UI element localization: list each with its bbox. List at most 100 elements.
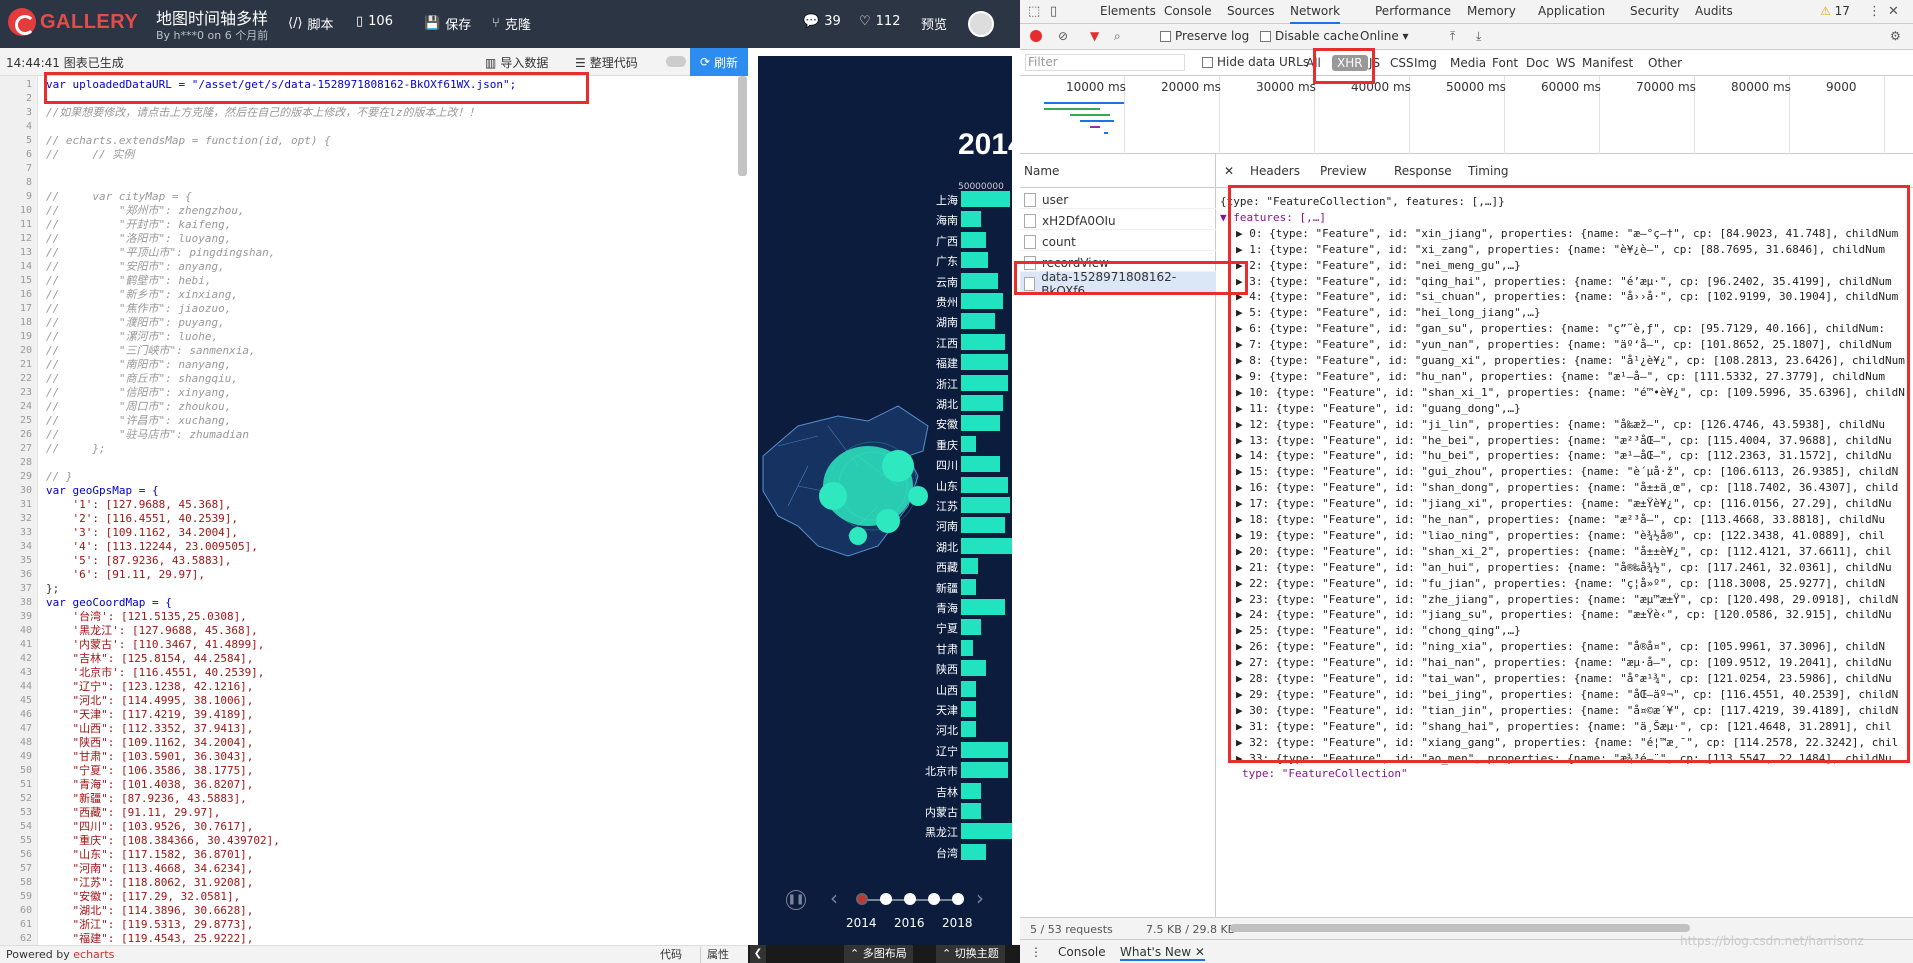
disable-cache-checkbox[interactable]: Disable cache [1260,29,1359,43]
comments-button[interactable]: 💬 39 [803,14,841,29]
tab-performance[interactable]: Performance [1375,4,1451,18]
bar[interactable] [961,293,1003,309]
clear-icon[interactable]: ⊘ [1058,29,1068,43]
format-code-button[interactable]: ☰ 整理代码 [575,54,638,71]
bar[interactable] [961,639,973,656]
request-row[interactable]: count [1020,230,1216,251]
json-line[interactable]: type: "FeatureCollection" [1242,766,1913,781]
hide-data-urls-checkbox[interactable]: Hide data URLs [1202,55,1309,69]
detail-tab-headers[interactable]: Headers [1250,164,1300,178]
timeline-dot[interactable] [880,893,892,905]
gallery-logo[interactable]: GALLERY [8,8,138,36]
filter-icon[interactable]: ▼ [1090,29,1099,43]
device-icon[interactable]: ▯ [1050,4,1057,19]
fork-count-button[interactable]: ▯ 106 [356,14,393,29]
bar[interactable] [961,721,976,738]
more-icon[interactable]: ⋮ [1868,4,1881,19]
record-icon[interactable] [1030,30,1042,42]
bar[interactable] [961,211,981,228]
bar[interactable] [961,741,1008,758]
chart-panel[interactable]: 2014 50000000 上海 海南 广西 广东 云南 贵州 湖南 江西 福建 浙江 湖北 安徽 重庆… [758,56,1025,946]
timeline-dot[interactable] [856,893,868,905]
tab-code[interactable]: 代码 [654,947,688,963]
tab-memory[interactable]: Memory [1467,4,1516,18]
close-icon[interactable]: ✕ [1888,4,1899,19]
bar[interactable] [961,782,981,799]
throttle-select[interactable]: Online ▾ [1360,29,1409,43]
bar[interactable] [961,701,976,717]
tab-elements[interactable]: Elements [1100,4,1156,18]
timeline-dot[interactable] [904,893,916,905]
preview-button[interactable]: 预览 [921,14,947,33]
bar[interactable] [961,435,976,452]
bar[interactable] [961,333,1005,350]
auto-run-toggle[interactable] [666,56,686,67]
timeline-next-icon[interactable]: › [976,886,984,910]
timeline-dot[interactable] [928,893,940,905]
download-icon[interactable]: ⤓ [1476,29,1481,44]
tab-security[interactable]: Security [1630,4,1679,18]
filter-manifest[interactable]: Manifest [1582,56,1633,70]
bar[interactable] [961,599,1005,615]
timeline-prev-icon[interactable]: ‹ [830,886,838,910]
preserve-log-checkbox[interactable]: Preserve log [1160,29,1249,43]
bar[interactable] [961,537,1012,554]
bar[interactable] [961,823,1012,840]
bar[interactable] [961,843,986,860]
bar[interactable] [961,415,1000,432]
filter-doc[interactable]: Doc [1526,56,1549,70]
filter-img[interactable]: Img [1414,56,1437,70]
name-column-header[interactable]: Name [1020,154,1216,188]
import-data-button[interactable]: ▥ 导入数据 [485,54,548,71]
bar[interactable] [961,252,988,269]
request-row[interactable]: xH2DfA0OIu [1020,209,1216,230]
editor-scrollbar[interactable] [738,76,747,176]
bar[interactable] [961,191,1010,207]
bar[interactable] [961,660,986,677]
preview-hscrollbar[interactable] [1230,924,1690,932]
upload-icon[interactable]: ⤒ [1450,29,1455,44]
drawer-tab-whats-new[interactable]: What's New ✕ [1120,945,1205,961]
refresh-button[interactable]: ⟳ 刷新 [690,48,748,76]
timeline-year[interactable]: 2014 [846,916,877,930]
code-editor[interactable]: 1 var uploadedDataURL = "/asset/get/s/dat… [0,76,748,945]
echarts-link[interactable]: echarts [73,948,114,961]
tab-application[interactable]: Application [1538,4,1605,18]
settings-icon[interactable]: ⚙ [1890,29,1901,43]
filter-font[interactable]: Font [1492,56,1518,70]
filter-css[interactable]: CSS [1390,56,1414,70]
close-detail-icon[interactable]: ✕ [1224,164,1234,178]
filter-other[interactable]: Other [1648,56,1682,70]
collapse-icon[interactable]: ❮ [750,945,766,963]
bar[interactable] [961,354,1008,371]
layout-button[interactable]: ⌃ 多图布局 [844,945,913,963]
detail-tab-timing[interactable]: Timing [1468,164,1509,178]
play-button[interactable]: ❚❚ [786,890,806,910]
tab-network[interactable]: Network [1290,4,1341,24]
close-icon[interactable]: ✕ [1195,945,1205,959]
tab-audits[interactable]: Audits [1695,4,1733,18]
timeline-year[interactable]: 2018 [942,916,973,930]
search-icon[interactable]: ⌕ [1114,29,1121,44]
bar[interactable] [961,272,998,289]
bar[interactable] [961,395,1003,411]
bar[interactable] [961,476,1008,493]
detail-tab-response[interactable]: Response [1394,164,1452,178]
theme-button[interactable]: ⌃ 切换主题 [936,945,1005,963]
script-button[interactable]: ⟨/⟩ 脚本 [288,14,334,33]
timeline-year[interactable]: 2016 [894,916,925,930]
drawer-tab-console[interactable]: Console [1058,945,1106,959]
drawer-menu-icon[interactable]: ⋮ [1030,945,1042,959]
filter-ws[interactable]: WS [1556,56,1575,70]
like-button[interactable]: ♡ 112 [859,14,900,29]
network-overview[interactable]: 10000 ms 20000 ms 30000 ms 40000 ms 50000 ms… [1020,76,1913,154]
bar[interactable] [961,578,976,595]
avatar[interactable] [968,11,994,37]
filter-input[interactable]: Filter [1025,54,1185,71]
page-author[interactable]: By h***0 on 6 个月前 [156,27,268,43]
bar[interactable] [961,313,995,330]
save-button[interactable]: 💾 保存 [424,14,471,33]
bar[interactable] [961,497,1010,513]
request-row[interactable]: user [1020,188,1216,209]
bar[interactable] [961,762,1008,779]
